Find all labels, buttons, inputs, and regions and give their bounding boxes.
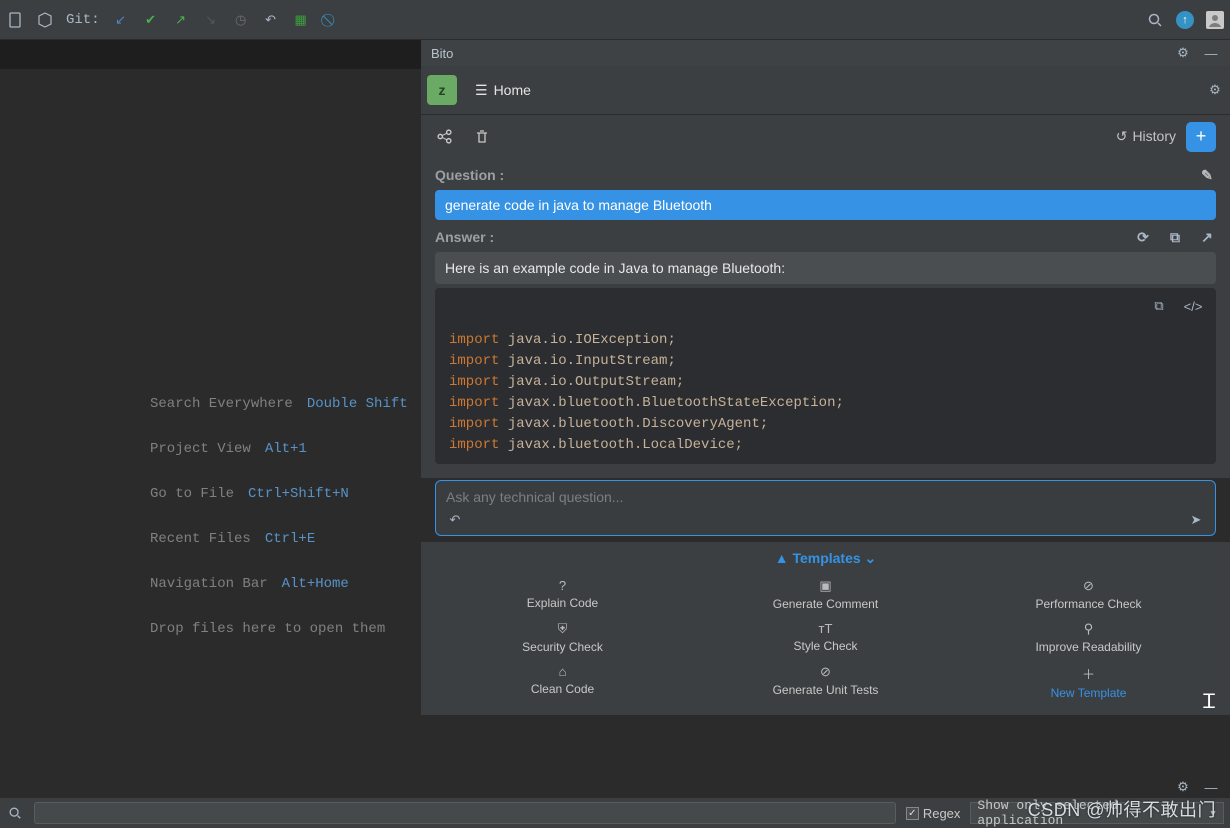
template-icon: ⛨ [558, 621, 568, 637]
history-label: History [1132, 128, 1176, 145]
git-push-icon[interactable]: ↗ [172, 11, 190, 29]
trash-icon[interactable] [473, 128, 491, 146]
user-badge[interactable]: z [427, 75, 457, 105]
search-small-icon[interactable] [6, 804, 24, 822]
gear-icon[interactable]: ⚙ [1174, 44, 1192, 62]
template-icon: ? [559, 578, 566, 593]
template-icon: ⚲ [1084, 621, 1094, 637]
bito-panel: Bito ⚙ — z ☰ Home ⚙ ↺History + Question … [421, 40, 1230, 760]
insert-code-icon[interactable]: </> [1184, 297, 1202, 315]
bottom-minimize-icon[interactable]: — [1202, 778, 1220, 796]
template-icon: ⊘ [1083, 578, 1094, 594]
share-answer-icon[interactable]: ↗ [1198, 228, 1216, 246]
search-input[interactable] [34, 802, 896, 824]
answer-header: Answer : [435, 229, 494, 245]
bito-header: Bito ⚙ — [421, 40, 1230, 66]
template-icon: ▣ [819, 578, 831, 594]
template-icon: ＋ [1082, 664, 1095, 683]
template-security-check[interactable]: ⛨Security Check [431, 616, 694, 659]
template-icon: ⌂ [559, 664, 567, 679]
home-label: Home [494, 82, 531, 98]
template-clean-code[interactable]: ⌂Clean Code [431, 659, 694, 705]
shortcut-recent-files: Recent FilesCtrl+E [150, 532, 408, 546]
question-text: generate code in java to manage Bluetoot… [435, 190, 1216, 220]
text-cursor-icon: Ꮖ [1203, 691, 1216, 714]
template-new-template[interactable]: ＋New Template [957, 659, 1220, 705]
minimize-icon[interactable]: — [1202, 44, 1220, 62]
shortcut-navigation-bar: Navigation BarAlt+Home [150, 577, 408, 591]
sync-icon[interactable]: ↑ [1176, 11, 1194, 29]
app-filter-select[interactable]: Show only selected application▾ [970, 802, 1224, 824]
panel-gear-icon[interactable]: ⚙ [1206, 81, 1224, 99]
git-chart-icon[interactable]: ▦ [292, 11, 310, 29]
bito-nav: z ☰ Home ⚙ [421, 66, 1230, 114]
copy-code-icon[interactable]: ⧉ [1150, 297, 1168, 315]
search-icon[interactable] [1146, 11, 1164, 29]
editor-empty-area: Search EverywhereDouble Shift Project Vi… [0, 40, 421, 760]
device-icon[interactable] [6, 11, 24, 29]
menu-icon: ☰ [475, 82, 488, 99]
bottom-tool-row: Ꮖ ⚙ — [0, 776, 1230, 798]
git-undo-icon[interactable]: ↶ [262, 11, 280, 29]
bito-subbar: ↺History + [421, 114, 1230, 158]
drop-files-hint: Drop files here to open them [150, 622, 408, 636]
code-block: ⧉ </> import java.io.IOException;import … [435, 288, 1216, 464]
history-icon: ↺ [1116, 128, 1128, 145]
template-performance-check[interactable]: ⊘Performance Check [957, 573, 1220, 616]
templates-header[interactable]: ▲ Templates ⌄ [421, 542, 1230, 573]
template-generate-unit-tests[interactable]: ⊘Generate Unit Tests [694, 659, 957, 705]
git-clock-icon[interactable]: ◷ [232, 11, 250, 29]
shortcut-go-to-file: Go to FileCtrl+Shift+N [150, 487, 408, 501]
new-chat-button[interactable]: + [1186, 122, 1216, 152]
chevron-down-icon: ▾ [1209, 806, 1217, 821]
bottom-search-bar: ✓Regex Show only selected application▾ [0, 798, 1230, 828]
regex-checkbox[interactable]: ✓Regex [906, 806, 961, 821]
template-improve-readability[interactable]: ⚲Improve Readability [957, 616, 1220, 659]
edit-icon[interactable]: ✎ [1198, 166, 1216, 184]
shortcut-search-everywhere: Search EverywhereDouble Shift [150, 397, 408, 411]
send-icon[interactable]: ➤ [1187, 511, 1205, 529]
git-label: Git: [66, 12, 100, 28]
home-button[interactable]: ☰ Home [465, 76, 541, 105]
template-generate-comment[interactable]: ▣Generate Comment [694, 573, 957, 616]
git-commit-icon[interactable]: ✔ [142, 11, 160, 29]
template-icon: ⊘ [820, 664, 831, 680]
share-icon[interactable] [435, 128, 453, 146]
git-pull-icon[interactable]: ↙ [112, 11, 130, 29]
cube-icon[interactable] [36, 11, 54, 29]
shortcut-project-view: Project ViewAlt+1 [150, 442, 408, 456]
template-style-check[interactable]: тТStyle Check [694, 616, 957, 659]
ask-input[interactable] [446, 485, 1205, 509]
copy-icon[interactable]: ⧉ [1166, 228, 1184, 246]
question-header: Question : [435, 167, 504, 183]
regex-label: Regex [923, 806, 961, 821]
ask-input-box[interactable]: ↶ ➤ [435, 480, 1216, 536]
git-cancel-icon[interactable]: ⃠ [322, 11, 340, 29]
answer-intro: Here is an example code in Java to manag… [435, 252, 1216, 284]
template-explain-code[interactable]: ?Explain Code [431, 573, 694, 616]
template-icon: тТ [819, 621, 833, 636]
undo-icon[interactable]: ↶ [446, 511, 464, 529]
refresh-icon[interactable]: ⟳ [1134, 228, 1152, 246]
git-disabled-1-icon: ↘ [202, 11, 220, 29]
top-toolbar: Git: ↙ ✔ ↗ ↘ ◷ ↶ ▦ ⃠ ↑ [0, 0, 1230, 40]
bito-title: Bito [431, 46, 453, 61]
avatar-icon[interactable] [1206, 11, 1224, 29]
templates-grid: ?Explain Code▣Generate Comment⊘Performan… [421, 573, 1230, 715]
bottom-gear-icon[interactable]: ⚙ [1174, 778, 1192, 796]
history-button[interactable]: ↺History [1116, 128, 1176, 145]
